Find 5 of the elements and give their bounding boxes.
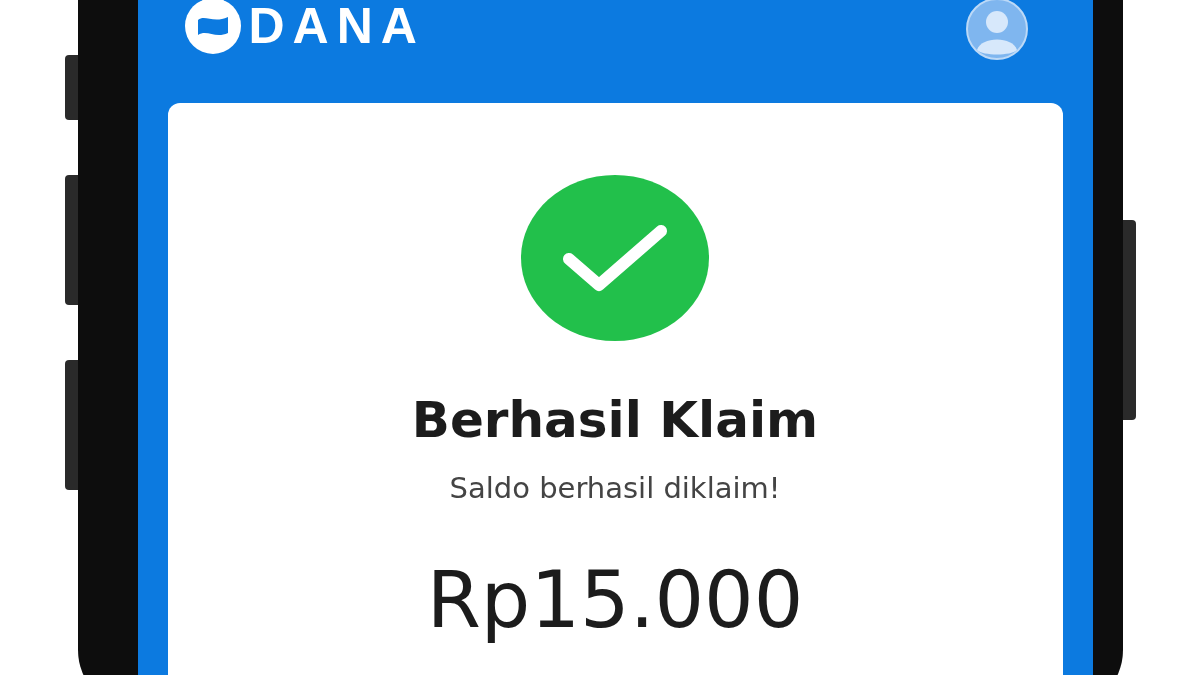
brand-name: DANA bbox=[248, 0, 425, 54]
result-title: Berhasil Klaim bbox=[411, 391, 819, 449]
profile-avatar-icon[interactable] bbox=[965, 0, 1028, 60]
amount-text: Rp15.000 bbox=[426, 555, 804, 645]
result-message: Saldo berhasil diklaim! bbox=[449, 471, 781, 505]
